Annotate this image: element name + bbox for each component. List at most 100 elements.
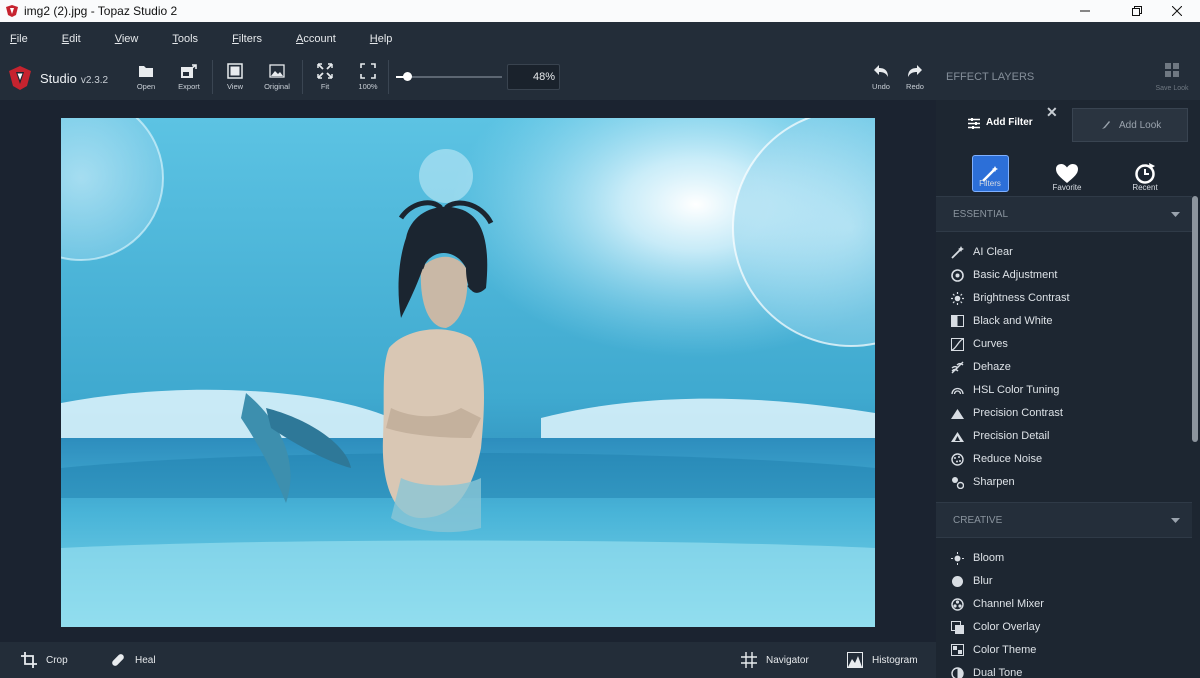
menu-tools[interactable]: Tools — [172, 33, 198, 45]
crop-button[interactable]: Crop — [20, 651, 68, 669]
bandage-icon — [109, 651, 127, 669]
open-button[interactable]: Open — [126, 62, 166, 96]
favorite-category[interactable]: Favorite — [1047, 155, 1087, 192]
redo-button[interactable]: Redo — [895, 62, 935, 96]
grid-icon — [740, 651, 758, 669]
overlay-icon — [950, 620, 964, 634]
view-icon — [225, 62, 245, 79]
filter-list-scrollbar[interactable] — [1192, 196, 1198, 442]
histogram-button[interactable]: Histogram — [846, 651, 918, 669]
app-icon — [4, 3, 20, 19]
filter-bloom[interactable]: Bloom — [950, 548, 1004, 568]
filter-dual-tone[interactable]: Dual Tone — [950, 663, 1022, 678]
filter-ai-clear[interactable]: AI Clear — [950, 242, 1013, 262]
blur-icon — [950, 574, 964, 588]
mountain-icon — [950, 406, 964, 420]
navigator-button[interactable]: Navigator — [740, 651, 809, 669]
view-button[interactable]: View — [215, 62, 255, 96]
redo-icon — [905, 62, 925, 79]
noise-icon — [950, 452, 964, 466]
fit-button[interactable]: Fit — [305, 62, 345, 96]
menu-edit[interactable]: Edit — [62, 33, 81, 45]
app-name: Studio v2.3.2 — [40, 71, 109, 86]
add-look-tab[interactable]: Add Look — [1072, 108, 1188, 142]
filter-color-theme[interactable]: Color Theme — [950, 640, 1036, 660]
menu-filters[interactable]: Filters — [232, 33, 262, 45]
add-tabs: Add Filter ✕ Add Look — [936, 100, 1200, 144]
zoom-slider[interactable] — [396, 72, 502, 81]
zoom-input[interactable]: 48% — [507, 64, 560, 90]
bloom-icon — [950, 551, 964, 565]
aperture-icon — [950, 268, 964, 282]
actual-size-button[interactable]: 100% — [348, 62, 388, 96]
effects-panel-header: EFFECT LAYERS Save Look — [936, 55, 1200, 100]
filter-sharpen[interactable]: Sharpen — [950, 472, 1015, 492]
chevron-down-icon — [1171, 210, 1180, 221]
app-version: v2.3.2 — [80, 75, 109, 86]
filter-brightness-contrast[interactable]: Brightness Contrast — [950, 288, 1070, 308]
window-title: img2 (2).jpg - Topaz Studio 2 — [24, 4, 178, 18]
filter-basic-adjustment[interactable]: Basic Adjustment — [950, 265, 1057, 285]
essential-section-header[interactable]: ESSENTIAL — [936, 196, 1192, 232]
filter-precision-detail[interactable]: Precision Detail — [950, 426, 1049, 446]
filter-reduce-noise[interactable]: Reduce Noise — [950, 449, 1042, 469]
toolbar-divider — [388, 60, 389, 94]
color-theme-icon — [950, 643, 964, 657]
detail-icon — [950, 429, 964, 443]
filters-category[interactable]: Filters — [970, 155, 1010, 192]
filter-precision-contrast[interactable]: Precision Contrast — [950, 403, 1063, 423]
filter-categories: Filters Favorite Recent — [936, 150, 1200, 198]
topaz-logo-icon — [8, 65, 32, 91]
menu-account[interactable]: Account — [296, 33, 336, 45]
image-icon — [267, 62, 287, 79]
filter-black-and-white[interactable]: Black and White — [950, 311, 1052, 331]
chevron-down-icon — [1171, 516, 1180, 527]
brush-icon — [1101, 120, 1111, 133]
sun-icon — [950, 291, 964, 305]
sharpen-icon — [950, 475, 964, 489]
filter-color-overlay[interactable]: Color Overlay — [950, 617, 1040, 637]
creative-section-header[interactable]: CREATIVE — [936, 502, 1192, 538]
toolbar-divider — [302, 60, 303, 94]
filter-hsl-color-tuning[interactable]: HSL Color Tuning — [950, 380, 1059, 400]
histogram-icon — [846, 651, 864, 669]
heal-button[interactable]: Heal — [109, 651, 156, 669]
channel-mixer-icon — [950, 597, 964, 611]
crop-icon — [20, 651, 38, 669]
toolbar-divider — [212, 60, 213, 94]
effect-layers-title: EFFECT LAYERS — [946, 71, 1035, 83]
fit-icon — [315, 62, 335, 79]
undo-icon — [871, 62, 891, 79]
save-look-icon — [1165, 63, 1179, 82]
menu-help[interactable]: Help — [370, 33, 393, 45]
expand-icon — [358, 62, 378, 79]
curves-icon — [950, 337, 964, 351]
filter-curves[interactable]: Curves — [950, 334, 1008, 354]
add-filter-tab[interactable]: Add Filter ✕ — [936, 100, 1067, 144]
hsl-icon — [950, 383, 964, 397]
filter-dehaze[interactable]: Dehaze — [950, 357, 1011, 377]
recent-category[interactable]: Recent — [1125, 155, 1165, 192]
zoom-slider-handle[interactable] — [402, 72, 412, 81]
menu-file[interactable]: File — [10, 33, 28, 45]
menu-bar: File Edit View Tools Filters Account Hel… — [0, 22, 1200, 55]
save-look-button[interactable]: Save Look — [1149, 63, 1195, 95]
close-icon[interactable] — [1154, 0, 1200, 22]
menu-view[interactable]: View — [115, 33, 139, 45]
dehaze-icon — [950, 360, 964, 374]
edited-photo[interactable] — [61, 118, 875, 627]
black-white-icon — [950, 314, 964, 328]
title-bar: img2 (2).jpg - Topaz Studio 2 — [0, 0, 1200, 22]
filter-blur[interactable]: Blur — [950, 571, 993, 591]
filter-channel-mixer[interactable]: Channel Mixer — [950, 594, 1044, 614]
original-button[interactable]: Original — [257, 62, 297, 96]
sparkle-icon — [950, 245, 964, 259]
export-button[interactable]: Export — [169, 62, 209, 96]
close-icon[interactable]: ✕ — [1046, 104, 1058, 121]
effects-panel: EFFECT LAYERS Save Look Add Filter ✕ Add… — [936, 55, 1200, 678]
dual-tone-icon — [950, 666, 964, 678]
bottom-bar: Crop Heal Navigator Histogram — [0, 642, 936, 678]
export-icon — [179, 62, 199, 79]
folder-icon — [136, 62, 156, 79]
minimize-icon[interactable] — [1062, 0, 1108, 22]
